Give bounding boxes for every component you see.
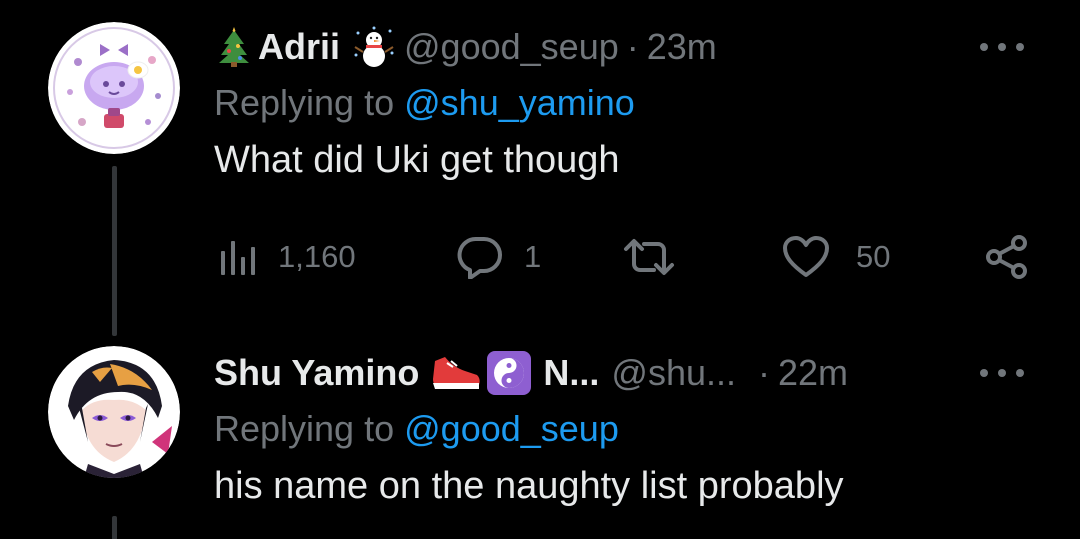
handle[interactable]: @good_seup [404, 24, 619, 70]
reply-count: 1 [524, 239, 542, 274]
share-button[interactable] [984, 232, 1030, 282]
replying-to: Replying to @good_seup [214, 406, 1080, 452]
thread-view: Adrii @good_seup · 23m Replying to @shu_… [0, 0, 1080, 539]
mention-link[interactable]: @shu_yamino [404, 82, 635, 123]
tweet-actions: 1,160 1 50 [214, 232, 1034, 282]
tweet-header: Adrii @good_seup · 23m [214, 24, 1080, 70]
tweet[interactable]: Adrii @good_seup · 23m Replying to @shu_… [214, 24, 1080, 279]
display-name[interactable]: Shu Yamino [214, 350, 419, 396]
separator-dot: · [626, 26, 639, 67]
like-button[interactable]: 50 [782, 232, 890, 282]
like-count: 50 [856, 239, 891, 274]
analytics-icon [218, 237, 258, 277]
yin-yang-icon [487, 351, 532, 395]
retweet-button[interactable] [622, 232, 676, 282]
thread-connector [112, 166, 117, 336]
tweet-text: What did Uki get though [214, 139, 620, 181]
reply-icon [456, 235, 504, 279]
tweet-text: his name on the naughty list probably [214, 465, 844, 507]
separator-dot: · [758, 352, 770, 393]
timestamp[interactable]: 22m [778, 350, 848, 396]
handle[interactable]: @shu... [611, 350, 736, 396]
replying-to: Replying to @shu_yamino [214, 80, 1080, 126]
views-count: 1,160 [278, 239, 356, 274]
reply-button[interactable]: 1 [456, 232, 541, 282]
running-shoe-icon [431, 353, 483, 393]
heart-icon [782, 235, 830, 279]
views-button[interactable]: 1,160 [218, 232, 356, 282]
tweet-header: Shu Yamino N... @shu... · 22m [214, 350, 1080, 396]
thread-connector [112, 516, 117, 539]
tweet[interactable]: Shu Yamino N... @shu... · 22m Replying t… [214, 350, 1080, 510]
display-name-suffix[interactable]: N... [543, 350, 599, 396]
more-options-icon[interactable] [980, 40, 1024, 54]
timestamp[interactable]: 23m [647, 24, 717, 70]
mention-link[interactable]: @good_seup [404, 408, 619, 449]
replying-to-label: Replying to [214, 82, 395, 123]
snowman-icon [352, 25, 396, 69]
more-options-icon[interactable] [980, 366, 1024, 380]
replying-to-label: Replying to [214, 408, 395, 449]
retweet-icon [622, 235, 676, 279]
christmas-tree-icon [214, 27, 254, 67]
avatar[interactable] [48, 22, 180, 154]
display-name[interactable]: Adrii [258, 24, 340, 70]
avatar[interactable] [48, 346, 180, 478]
share-icon [984, 234, 1030, 280]
